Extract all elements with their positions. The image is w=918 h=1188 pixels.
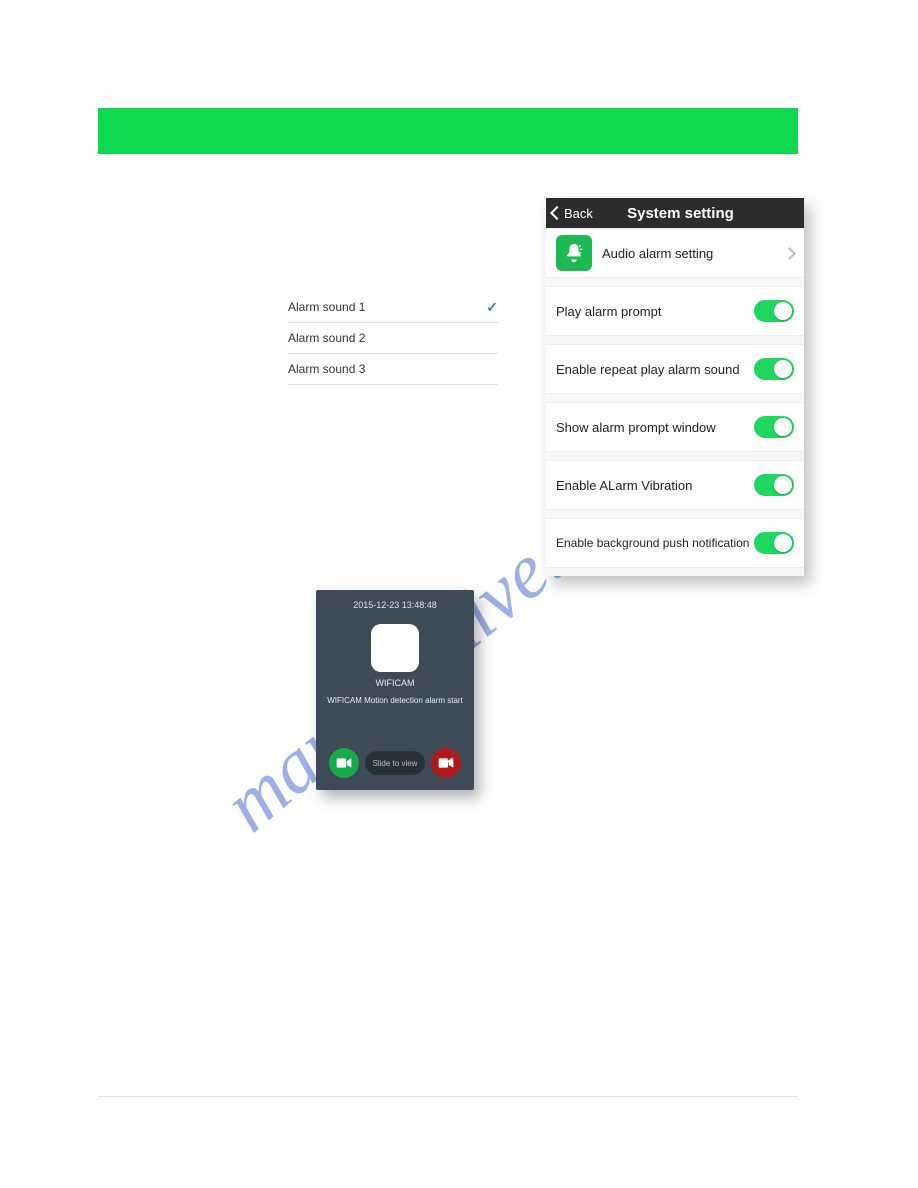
popup-app-name: WIFICAM [376, 678, 415, 688]
alarm-sound-label: Alarm sound 3 [288, 362, 365, 376]
slide-to-view[interactable]: Slide to view [365, 751, 425, 775]
toggle-row-repeat: Enable repeat play alarm sound [546, 344, 804, 394]
toggle-label: Enable background push notification [556, 536, 754, 550]
system-setting-header: Back System setting [546, 198, 804, 228]
toggle-switch[interactable] [754, 358, 794, 380]
alarm-sound-label: Alarm sound 2 [288, 331, 365, 345]
toggle-switch[interactable] [754, 300, 794, 322]
slide-bar: Slide to view [329, 748, 461, 778]
answer-button[interactable] [329, 748, 359, 778]
camera-off-icon [438, 757, 454, 769]
alarm-popup: 2015-12-23 13:48:48 WIFICAM WIFICAM Moti… [316, 590, 474, 790]
popup-timestamp: 2015-12-23 13:48:48 [353, 600, 437, 610]
toggle-row-push: Enable background push notification [546, 518, 804, 568]
toggle-row-play-alarm: Play alarm prompt [546, 286, 804, 336]
toggle-label: Enable ALarm Vibration [556, 478, 754, 493]
toggle-label: Show alarm prompt window [556, 420, 754, 435]
app-icon [371, 624, 419, 672]
toggle-switch[interactable] [754, 532, 794, 554]
alarm-sound-row[interactable]: Alarm sound 2 [288, 323, 498, 354]
toggle-switch[interactable] [754, 416, 794, 438]
audio-alarm-setting-row[interactable]: Audio alarm setting [546, 228, 804, 278]
toggle-row-window: Show alarm prompt window [546, 402, 804, 452]
toggle-row-vibration: Enable ALarm Vibration [546, 460, 804, 510]
toggle-switch[interactable] [754, 474, 794, 496]
alarm-sound-label: Alarm sound 1 [288, 300, 365, 314]
audio-alarm-label: Audio alarm setting [602, 246, 785, 261]
checkmark-icon: ✓ [486, 299, 498, 316]
system-setting-panel: Back System setting Audio alarm setting … [546, 198, 804, 576]
decline-button[interactable] [431, 748, 461, 778]
toggle-label: Play alarm prompt [556, 304, 754, 319]
chevron-right-icon [783, 247, 796, 260]
popup-message: WIFICAM Motion detection alarm start [321, 696, 469, 705]
header-green-bar [98, 108, 798, 154]
alarm-sound-row[interactable]: Alarm sound 1 ✓ [288, 292, 498, 323]
toggle-label: Enable repeat play alarm sound [556, 362, 754, 377]
bell-icon [556, 235, 592, 271]
system-setting-title: System setting [563, 205, 798, 222]
alarm-sound-row[interactable]: Alarm sound 3 [288, 354, 498, 385]
camera-icon [336, 757, 352, 769]
alarm-sound-list: Alarm sound 1 ✓ Alarm sound 2 Alarm soun… [288, 292, 498, 385]
footer-divider [98, 1096, 798, 1097]
